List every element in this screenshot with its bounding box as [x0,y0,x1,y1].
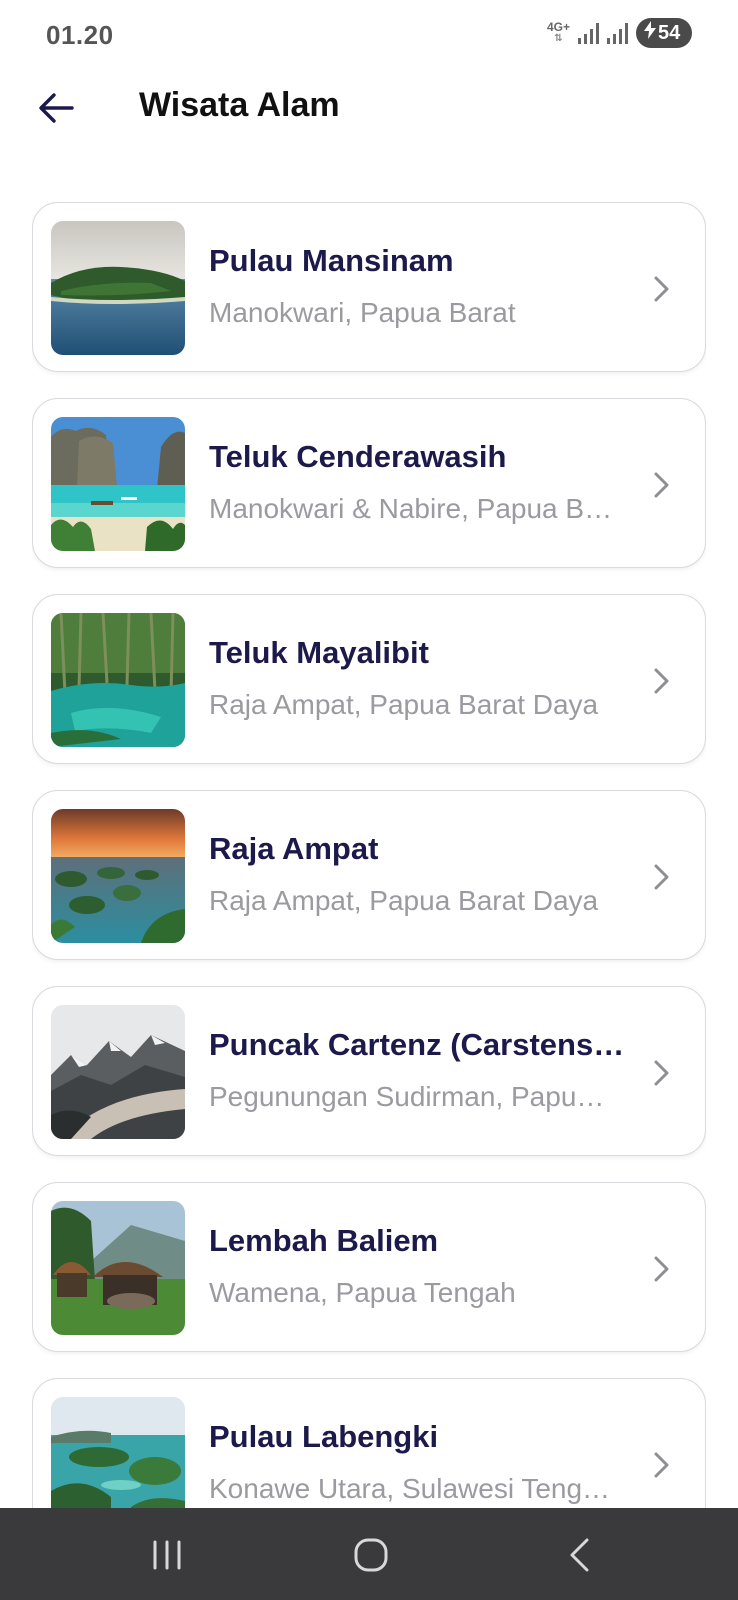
destination-location: Manokwari & Nabire, Papua Barat [209,493,619,524]
charging-bolt-icon [644,21,656,45]
destination-thumbnail [51,809,185,943]
chevron-right-icon [654,472,669,498]
signal-2-icon [607,22,628,44]
chevron-right-icon [654,1452,669,1478]
home-button[interactable] [346,1530,396,1580]
destination-title: Puncak Cartenz (Carstensz Pyramid) [209,1027,629,1062]
destination-card-teluk-mayalibit[interactable]: Teluk Mayalibit Raja Ampat, Papua Barat … [32,594,706,764]
network-type-label: 4G+ [546,20,570,34]
destination-location: Manokwari, Papua Barat [209,297,516,328]
destination-thumbnail [51,221,185,355]
destination-card-lembah-baliem[interactable]: Lembah Baliem Wamena, Papua Tengah [32,1182,706,1352]
destination-title: Pulau Labengki [209,1419,439,1454]
chevron-right-icon [654,276,669,302]
destination-location: Konawe Utara, Sulawesi Tenggara [209,1473,619,1504]
destination-title: Teluk Mayalibit [209,635,429,670]
data-arrows-icon: ⇅ [554,33,563,44]
destination-title: Teluk Cenderawasih [209,439,507,474]
destination-title: Pulau Mansinam [209,243,454,278]
back-button[interactable] [34,88,78,132]
home-icon [354,1538,388,1572]
destination-location: Wamena, Papua Tengah [209,1277,516,1308]
destination-title: Lembah Baliem [209,1223,439,1258]
destination-card-pulau-labengki[interactable]: Pulau Labengki Konawe Utara, Sulawesi Te… [32,1378,706,1508]
destination-title: Raja Ampat [209,831,379,866]
network-type: 4G+ ⇅ [547,21,570,45]
destination-card-raja-ampat[interactable]: Raja Ampat Raja Ampat, Papua Barat Daya [32,790,706,960]
arrow-left-icon [38,92,74,129]
chevron-right-icon [654,1060,669,1086]
destination-location: Pegunungan Sudirman, Papua Tengah [209,1081,619,1112]
chevron-right-icon [654,1256,669,1282]
recents-icon [153,1540,181,1570]
destination-list[interactable]: Pulau Mansinam Manokwari, Papua Barat Te… [32,202,706,1508]
battery-indicator: 54 [636,18,692,48]
chevron-right-icon [654,864,669,890]
status-time: 01.20 [46,20,114,50]
destination-card-pulau-mansinam[interactable]: Pulau Mansinam Manokwari, Papua Barat [32,202,706,372]
signal-1-icon [578,22,599,44]
destination-thumbnail [51,613,185,747]
destination-location: Raja Ampat, Papua Barat Daya [209,689,599,720]
destination-thumbnail [51,1397,185,1508]
app-header: Wisata Alam [0,72,738,148]
destination-card-puncak-cartenz[interactable]: Puncak Cartenz (Carstensz Pyramid) Pegun… [32,986,706,1156]
back-icon [570,1538,589,1572]
screen: 01.20 4G+ ⇅ 54 Wisata Alam Pulau Mansina… [0,0,738,1600]
chevron-right-icon [654,668,669,694]
system-navigation-bar [0,1508,738,1600]
page-title: Wisata Alam [139,86,340,124]
destination-location: Raja Ampat, Papua Barat Daya [209,885,599,916]
battery-level: 54 [658,21,681,44]
destination-card-teluk-cenderawasih[interactable]: Teluk Cenderawasih Manokwari & Nabire, P… [32,398,706,568]
status-icons: 4G+ ⇅ 54 [547,18,692,48]
destination-thumbnail [51,1201,185,1335]
destination-thumbnail [51,1005,185,1139]
status-bar: 01.20 4G+ ⇅ 54 [0,0,738,70]
destination-thumbnail [51,417,185,551]
recents-button[interactable] [142,1530,192,1580]
system-back-button[interactable] [554,1530,604,1580]
